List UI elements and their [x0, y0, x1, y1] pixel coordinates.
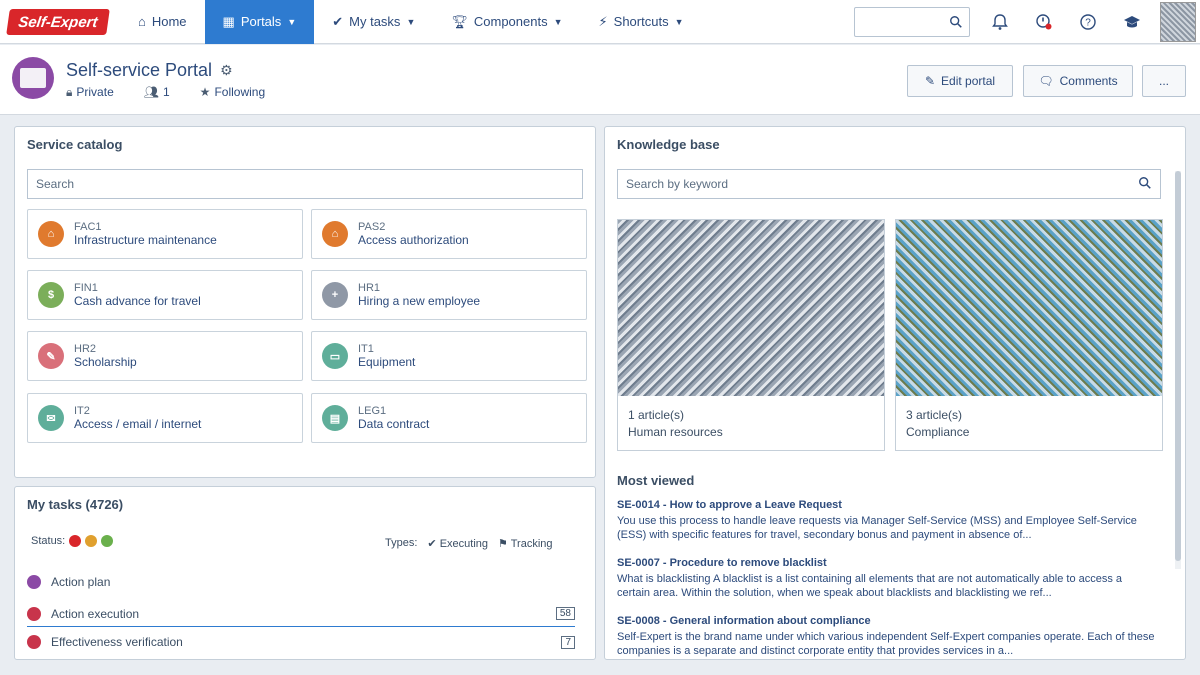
- service-catalog-panel: Service catalog Search ⌂ FAC1 Infrastruct…: [14, 126, 596, 478]
- follow-toggle[interactable]: ★ Following: [200, 85, 265, 100]
- edit-portal-button[interactable]: ✎ Edit portal: [907, 65, 1013, 97]
- nav-shortcuts[interactable]: ⚡︎ Shortcuts ▼: [581, 0, 702, 44]
- category-image: [618, 220, 884, 396]
- execution-icon: [27, 606, 41, 621]
- nav-right-group: ?: [854, 0, 1200, 44]
- star-icon: ★: [199, 85, 211, 99]
- bolt-icon: ⚡︎: [598, 13, 608, 29]
- trophy-icon: 🏆︎: [451, 13, 468, 29]
- building-icon: ⌂: [38, 221, 64, 247]
- kb-search-input[interactable]: Search by keyword: [617, 169, 1161, 199]
- service-item[interactable]: ▤ LEG1 Data contract: [311, 393, 587, 443]
- home-icon: ⌂: [138, 14, 146, 29]
- kb-scrollbar[interactable]: [1175, 171, 1181, 569]
- most-viewed-title: Most viewed: [617, 473, 695, 488]
- category-image: [896, 220, 1162, 396]
- status-warning-dot[interactable]: [85, 535, 98, 547]
- search-icon: [950, 15, 962, 28]
- status-ontime-dot[interactable]: [101, 535, 114, 547]
- task-count-badge: 58: [555, 607, 575, 620]
- chevron-down-icon: ▼: [287, 16, 297, 27]
- status-filter: Status:: [31, 535, 114, 547]
- action-plan-icon: [27, 575, 41, 589]
- check-icon: ✔: [332, 13, 344, 29]
- service-item[interactable]: ▭ IT1 Equipment: [311, 331, 587, 381]
- learning-button[interactable]: [1110, 0, 1154, 44]
- envelope-icon: ✉: [38, 405, 64, 431]
- kb-category-card[interactable]: 1 article(s) Human resources: [617, 219, 885, 451]
- visibility-status: 🔒︎ Private: [66, 85, 114, 99]
- money-icon: $: [38, 282, 64, 308]
- check-icon: ✔: [427, 538, 437, 550]
- kb-category-card[interactable]: 3 article(s) Compliance: [895, 219, 1163, 451]
- article-item[interactable]: SE-0008 - General information about comp…: [617, 615, 1157, 658]
- chevron-down-icon: ▼: [553, 16, 563, 27]
- monitor-icon: ▭: [322, 343, 348, 369]
- task-count-badge: 7: [561, 635, 575, 649]
- help-icon: ?: [1080, 13, 1096, 30]
- service-item[interactable]: ✎ HR2 Scholarship: [27, 331, 303, 381]
- comment-icon: 🗨︎: [1038, 74, 1054, 88]
- task-row[interactable]: Effectiveness verification 7: [27, 629, 575, 655]
- portal-meta: 🔒︎ Private 👥︎ 1 ★ Following: [66, 85, 265, 100]
- portal-avatar: [12, 57, 54, 99]
- knowledge-base-panel: Knowledge base Search by keyword 1 artic…: [604, 126, 1186, 660]
- alerts-button[interactable]: [1022, 0, 1066, 44]
- task-row[interactable]: Action plan: [27, 569, 575, 595]
- catalog-search-input[interactable]: Search: [27, 169, 583, 199]
- bell-icon: [992, 13, 1008, 30]
- service-item[interactable]: ⌂ FAC1 Infrastructure maintenance: [27, 209, 303, 259]
- global-search-input[interactable]: [854, 6, 970, 37]
- filter-tracking[interactable]: ⚑ Tracking: [498, 537, 553, 550]
- nav-home[interactable]: ⌂ Home: [120, 0, 205, 44]
- service-item[interactable]: ⌂ PAS2 Access authorization: [311, 209, 587, 259]
- service-catalog-title: Service catalog: [27, 137, 123, 152]
- document-icon: ▤: [322, 405, 348, 431]
- top-navigation: Self-Expert ⌂ Home ▦ Portals ▼ ✔ My task…: [0, 0, 1200, 44]
- more-options-button[interactable]: ...: [1142, 65, 1186, 97]
- users-icon: 👥︎: [143, 85, 159, 99]
- article-item[interactable]: SE-0014 - How to approve a Leave Request…: [617, 499, 1157, 542]
- nav-portals[interactable]: ▦ Portals ▼: [204, 0, 315, 44]
- my-tasks-title[interactable]: My tasks (4726): [27, 497, 123, 512]
- page-title: Self-service Portal ⚙: [66, 60, 233, 80]
- knowledge-base-title: Knowledge base: [617, 137, 720, 152]
- comments-button[interactable]: 🗨︎ Comments: [1023, 65, 1133, 97]
- my-tasks-panel: My tasks (4726) Status: Types: ✔ Executi…: [14, 486, 596, 660]
- alert-icon: [1036, 13, 1052, 29]
- chevron-down-icon: ▼: [674, 16, 684, 27]
- help-button[interactable]: ?: [1066, 0, 1110, 44]
- portal-icon: ▦: [222, 13, 235, 29]
- verification-icon: [27, 635, 41, 649]
- notifications-button[interactable]: [978, 0, 1022, 44]
- members-count[interactable]: 👥︎ 1: [144, 85, 170, 100]
- pencil-icon: ✎: [924, 74, 936, 88]
- graduation-cap-icon: ✎: [38, 343, 64, 369]
- app-logo[interactable]: Self-Expert: [6, 8, 110, 35]
- search-icon[interactable]: [1138, 176, 1152, 193]
- chevron-down-icon: ▼: [406, 16, 416, 27]
- filter-executing[interactable]: ✔ Executing: [427, 537, 488, 550]
- gear-icon[interactable]: ⚙: [220, 62, 233, 79]
- service-item[interactable]: ✉ IT2 Access / email / internet: [27, 393, 303, 443]
- key-icon: ⌂: [322, 221, 348, 247]
- portal-header: Self-service Portal ⚙ 🔒︎ Private 👥︎ 1 ★ Fol…: [0, 45, 1200, 115]
- user-add-icon: +: [322, 282, 348, 308]
- task-row[interactable]: Action execution 58: [27, 601, 575, 627]
- svg-text:?: ?: [1085, 17, 1091, 28]
- nav-my-tasks[interactable]: ✔ My tasks ▼: [314, 0, 433, 44]
- status-late-dot[interactable]: [69, 535, 82, 547]
- service-item[interactable]: $ FIN1 Cash advance for travel: [27, 270, 303, 320]
- flag-icon: ⚑: [498, 538, 508, 550]
- service-item[interactable]: + HR1 Hiring a new employee: [311, 270, 587, 320]
- graduation-cap-icon: [1124, 15, 1140, 27]
- article-item[interactable]: SE-0007 - Procedure to remove blacklist …: [617, 557, 1157, 600]
- type-filter: Types: ✔ Executing ⚑ Tracking: [385, 537, 553, 550]
- user-avatar[interactable]: [1160, 1, 1196, 42]
- lock-icon: 🔒︎: [66, 85, 73, 99]
- nav-components[interactable]: 🏆︎ Components ▼: [433, 0, 580, 44]
